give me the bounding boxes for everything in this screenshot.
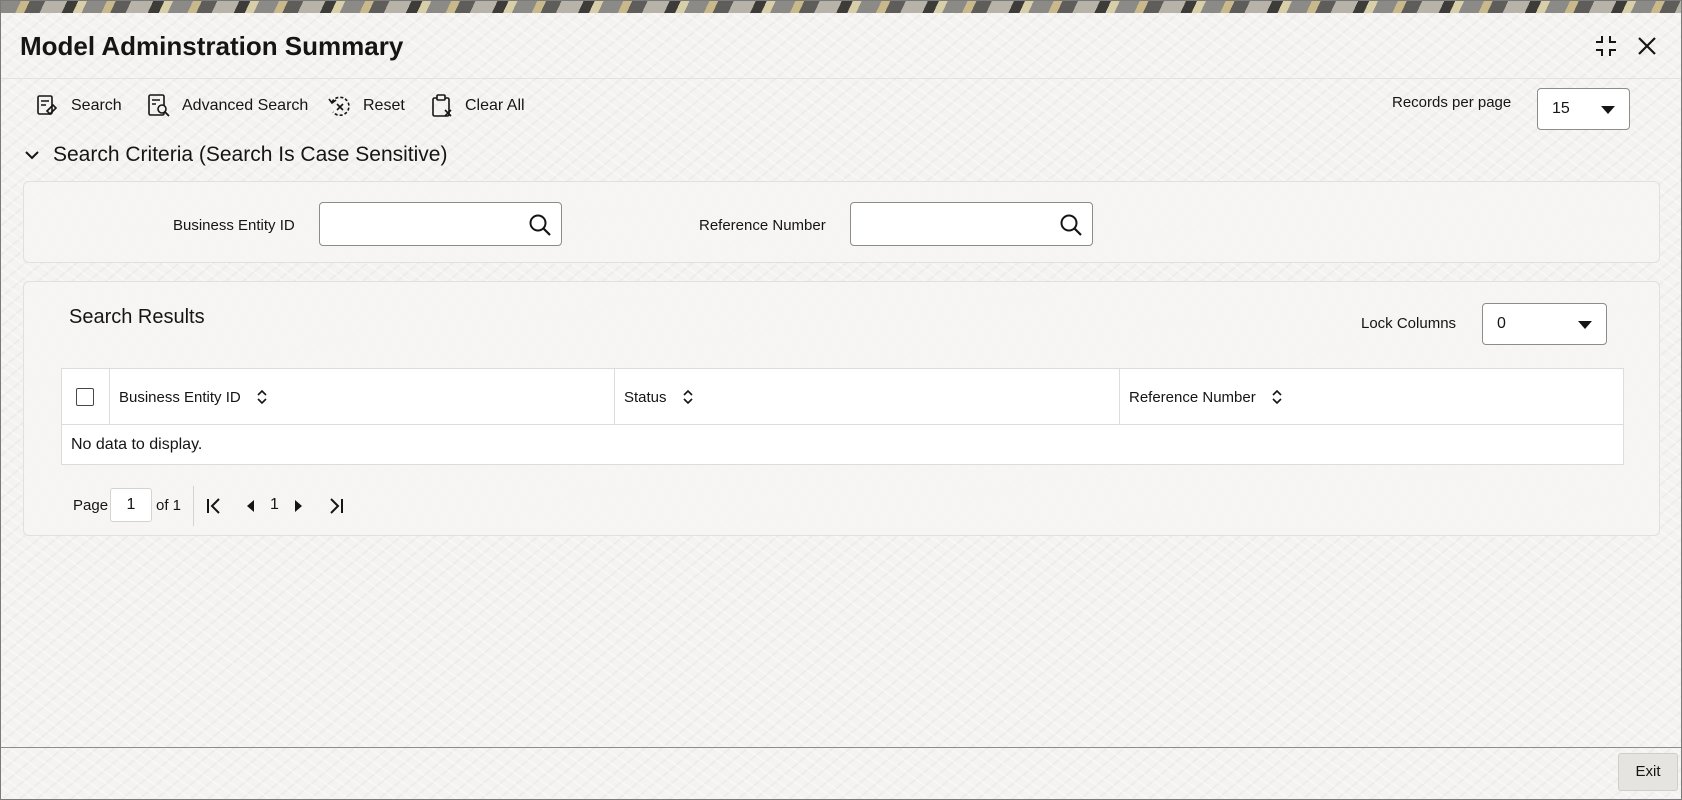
next-page-icon[interactable] (288, 496, 308, 516)
column-business-entity-id[interactable]: Business Entity ID (109, 369, 614, 425)
search-criteria-header: Search Criteria (Search Is Case Sensitiv… (53, 143, 448, 166)
search-icon[interactable] (527, 212, 553, 238)
reference-number-field[interactable] (850, 202, 1093, 246)
close-icon (1638, 37, 1656, 55)
minimize-button[interactable] (1591, 31, 1621, 61)
column-label: Status (624, 388, 667, 406)
pagination: Page 1 of 1 1 (73, 486, 363, 526)
advanced-search-label: Advanced Search (182, 97, 309, 114)
search-criteria-panel: Business Entity ID Reference Number (23, 181, 1660, 263)
search-icon[interactable] (1058, 212, 1084, 238)
lock-columns-value: 0 (1497, 315, 1506, 332)
business-entity-id-field[interactable] (319, 202, 562, 246)
advanced-search-icon (148, 94, 170, 117)
clipboard-clear-icon (432, 94, 452, 117)
current-page-number: 1 (270, 496, 279, 513)
page-of-label: of 1 (156, 497, 182, 514)
records-per-page-label: Records per page (1392, 94, 1512, 111)
column-reference-number[interactable]: Reference Number (1119, 369, 1624, 425)
search-results-title: Search Results (69, 306, 205, 328)
column-label: Business Entity ID (119, 388, 241, 406)
close-button[interactable] (1632, 31, 1662, 61)
business-entity-id-label: Business Entity ID (173, 217, 295, 234)
reset-button[interactable]: Reset (327, 91, 405, 121)
clear-all-button[interactable]: Clear All (429, 91, 525, 121)
table-header: Business Entity ID Status Reference Numb… (62, 369, 1623, 425)
clear-all-label: Clear All (465, 97, 525, 114)
search-button-label: Search (71, 97, 122, 114)
footer-divider (1, 747, 1681, 748)
chevron-down-icon (25, 151, 39, 160)
reference-number-input[interactable] (859, 203, 1059, 243)
column-status[interactable]: Status (614, 369, 1119, 425)
lock-columns-select[interactable]: 0 (1482, 303, 1607, 345)
search-criteria-toggle[interactable]: Search Criteria (Search Is Case Sensitiv… (23, 143, 447, 167)
summary-window: Model Adminstration Summary Search Advan… (0, 0, 1682, 800)
page-number-input[interactable]: 1 (110, 488, 152, 522)
sort-icon[interactable] (255, 388, 269, 406)
empty-message: No data to display. (71, 436, 203, 453)
last-page-icon[interactable] (326, 496, 346, 516)
page-title: Model Adminstration Summary (20, 31, 404, 61)
reset-button-label: Reset (363, 97, 405, 114)
reference-number-label: Reference Number (699, 217, 826, 234)
title-bar: Model Adminstration Summary (1, 13, 1681, 79)
business-entity-id-input[interactable] (328, 203, 528, 243)
first-page-icon[interactable] (204, 496, 224, 516)
select-all-checkbox[interactable] (76, 388, 94, 406)
search-doc-icon (37, 95, 58, 116)
sort-icon[interactable] (681, 388, 695, 406)
records-per-page-select[interactable]: 15 (1537, 88, 1630, 130)
previous-page-icon[interactable] (241, 496, 261, 516)
divider (193, 486, 194, 526)
records-per-page-value: 15 (1552, 100, 1570, 117)
advanced-search-button[interactable]: Advanced Search (146, 91, 308, 121)
chevron-down-icon (1578, 321, 1592, 329)
search-button[interactable]: Search (35, 91, 122, 121)
sort-icon[interactable] (1270, 388, 1284, 406)
page-label: Page (73, 497, 109, 514)
decorative-banner (1, 1, 1681, 13)
chevron-down-icon (1601, 106, 1615, 114)
results-table: Business Entity ID Status Reference Numb… (61, 368, 1624, 465)
lock-columns-label: Lock Columns (1361, 315, 1457, 332)
exit-button[interactable]: Exit (1618, 753, 1678, 791)
column-label: Reference Number (1129, 388, 1256, 406)
compress-icon (1596, 36, 1616, 56)
reset-icon (328, 96, 350, 117)
